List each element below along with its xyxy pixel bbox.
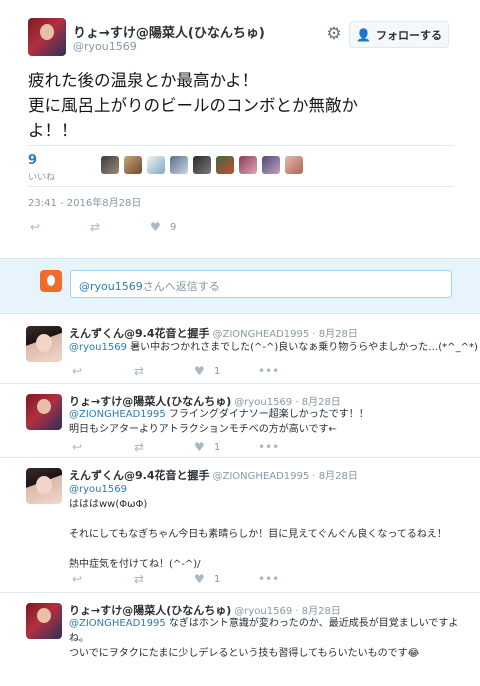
tweet-text: 疲れた後の温泉とか最高かよ！ 更に風呂上がりのビールのコンボとか無敵か よ！！	[28, 68, 458, 143]
reply-text: @ZIONGHEAD1995 なぎはホント意識が変わったのか、最近成長が目覚まし…	[69, 616, 464, 661]
reply-icon[interactable]: ↩	[72, 440, 82, 454]
reply-compose-area: @ryou1569さんへ返信する	[0, 258, 480, 314]
reply-author-name[interactable]: えんずくん@9.4花音と握手	[69, 469, 210, 482]
reply-avatar[interactable]	[26, 468, 62, 504]
reply-line: 暑い中おつかれさまでした(^-^)良いなぁ乗り物うらやましかった…(*^_^*)	[126, 342, 478, 353]
reply-input[interactable]: @ryou1569さんへ返信する	[70, 270, 452, 298]
liker-avatar[interactable]	[285, 156, 303, 174]
liker-avatar[interactable]	[170, 156, 188, 174]
tweet-text-line: よ！！	[28, 121, 78, 140]
person-plus-icon: 👤	[356, 27, 371, 42]
reply-mention[interactable]: @ZIONGHEAD1995	[69, 409, 166, 420]
retweet-icon[interactable]: ⇄	[134, 440, 144, 454]
more-icon[interactable]: •••	[258, 440, 279, 454]
reply-avatar[interactable]	[26, 326, 62, 362]
reply-avatar[interactable]	[26, 394, 62, 430]
like-count: 9	[170, 222, 177, 233]
reply-header: えんずくん@9.4花音と握手 @ZIONGHEAD1995 · 8月28日	[69, 325, 358, 341]
more-icon[interactable]: •••	[258, 364, 279, 378]
reply-text: @ryou1569 暑い中おつかれさまでした(^-^)良いなぁ乗り物うらやましか…	[69, 340, 478, 355]
reply-meta[interactable]: @ZIONGHEAD1995 · 8月28日	[213, 329, 358, 340]
tweet-timestamp[interactable]: 23:41 - 2016年8月28日	[28, 194, 141, 209]
reply-line	[69, 542, 464, 557]
reply-line: ついでにヲタクにたまに少しデレるという技も習得してもらいたいものです😂	[69, 648, 420, 659]
like-count: 1	[214, 366, 221, 377]
heart-icon[interactable]: ♥	[194, 364, 205, 378]
divider	[28, 145, 454, 146]
reply-line: 明日もシアターよりアトラクションモチベの方が高いです←	[69, 424, 337, 435]
liker-avatar[interactable]	[101, 156, 119, 174]
reply-line: ね。	[69, 633, 89, 644]
reply-line: 熱中症気を付けてね！(^-^)/	[69, 559, 201, 570]
reply-mention[interactable]: @ZIONGHEAD1995	[69, 618, 166, 629]
heart-icon[interactable]: ♥	[194, 572, 205, 586]
like-count: 1	[214, 442, 221, 453]
like-count: 1	[214, 574, 221, 585]
tweet-actions: ↩ ⇄ ♥ 9	[28, 220, 228, 236]
reply-text: @ryou1569 はははww(ΦωΦ) それにしてもなぎちゃん今日も素晴らしか…	[69, 482, 464, 572]
reply-tweet[interactable]: えんずくん@9.4花音と握手 @ZIONGHEAD1995 · 8月28日 @ry…	[0, 458, 480, 593]
reply-tweet[interactable]: えんずくん@9.4花音と握手 @ZIONGHEAD1995 · 8月28日 @ry…	[0, 318, 480, 384]
reply-mention[interactable]: @ryou1569	[69, 342, 127, 353]
follow-label: フォローする	[375, 28, 442, 42]
reply-mention[interactable]: @ryou1569	[69, 484, 127, 495]
reply-text: @ZIONGHEAD1995 フライングダイナソー超楽しかったです！！ 明日もシ…	[69, 407, 464, 437]
author-name[interactable]: りょ→すけ@陽菜人(ひなんちゅ)	[73, 22, 265, 41]
liker-avatar[interactable]	[193, 156, 211, 174]
author-handle[interactable]: @ryou1569	[73, 40, 137, 53]
likes-label[interactable]: いいね	[28, 170, 55, 183]
heart-icon[interactable]: ♥	[194, 440, 205, 454]
reply-mention: @ryou1569	[79, 280, 143, 293]
retweet-icon[interactable]: ⇄	[90, 220, 100, 234]
liker-avatars	[101, 156, 303, 174]
reply-meta[interactable]: @ZIONGHEAD1995 · 8月28日	[213, 471, 358, 482]
reply-avatar[interactable]	[26, 603, 62, 639]
divider	[28, 186, 454, 187]
reply-line	[69, 512, 464, 527]
reply-line: フライングダイナソー超楽しかったです！！	[165, 409, 369, 420]
reply-header: えんずくん@9.4花音と握手 @ZIONGHEAD1995 · 8月28日	[69, 467, 358, 483]
reply-line: それにしてもなぎちゃん今日も素晴らしか！目に見えてぐんぐん良くなってるねえ！	[69, 529, 447, 540]
author-avatar[interactable]	[28, 18, 66, 56]
reply-icon[interactable]: ↩	[30, 220, 40, 234]
follow-button[interactable]: 👤 フォローする	[349, 21, 449, 48]
liker-avatar[interactable]	[216, 156, 234, 174]
liker-avatar[interactable]	[124, 156, 142, 174]
liker-avatar[interactable]	[147, 156, 165, 174]
likes-count[interactable]: 9	[28, 153, 37, 168]
reply-author-name[interactable]: えんずくん@9.4花音と握手	[69, 327, 210, 340]
more-icon[interactable]: •••	[258, 572, 279, 586]
retweet-icon[interactable]: ⇄	[134, 572, 144, 586]
current-user-avatar	[40, 270, 62, 292]
heart-icon[interactable]: ♥	[150, 220, 161, 234]
reply-icon[interactable]: ↩	[72, 572, 82, 586]
reply-line: なぎはホント意識が変わったのか、最近成長が目覚ましいですよ	[165, 618, 459, 629]
gear-icon[interactable]: ⚙	[324, 24, 344, 44]
retweet-icon[interactable]: ⇄	[134, 364, 144, 378]
reply-icon[interactable]: ↩	[72, 364, 82, 378]
tweet-text-line: 疲れた後の温泉とか最高かよ！	[28, 71, 259, 90]
liker-avatar[interactable]	[239, 156, 257, 174]
tweet-text-line: 更に風呂上がりのビールのコンボとか無敵か	[28, 96, 358, 115]
reply-tweet[interactable]: りょ→すけ@陽菜人(ひなんちゅ) @ryou1569 · 8月28日 @ZIONG…	[0, 384, 480, 458]
reply-line: はははww(ΦωΦ)	[69, 499, 148, 510]
reply-tweet[interactable]: りょ→すけ@陽菜人(ひなんちゅ) @ryou1569 · 8月28日 @ZIONG…	[0, 593, 480, 686]
main-tweet: りょ→すけ@陽菜人(ひなんちゅ) @ryou1569 ⚙ 👤 フォローする 疲れ…	[0, 0, 480, 250]
liker-avatar[interactable]	[262, 156, 280, 174]
reply-placeholder: さんへ返信する	[142, 280, 220, 293]
